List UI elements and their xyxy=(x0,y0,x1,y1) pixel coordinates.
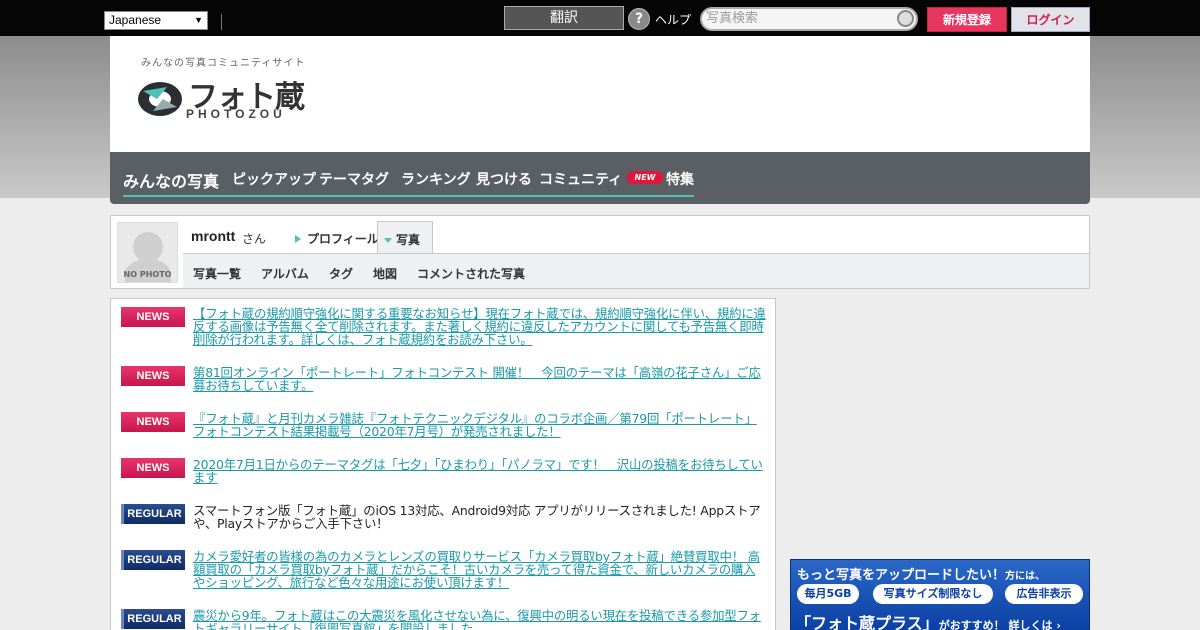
help-link[interactable]: ヘルプ xyxy=(655,11,691,28)
triangle-down-icon xyxy=(384,238,392,243)
news-link[interactable]: 第81回オンライン「ポートレート」フォトコンテスト 開催！ 今回のテーマは「高嶺… xyxy=(193,366,766,392)
translate-button[interactable]: 翻訳 xyxy=(504,6,624,30)
register-button[interactable]: 新規登録 xyxy=(927,7,1007,32)
subnav-albums[interactable]: アルバム xyxy=(261,265,309,282)
profile-link-label: プロフィール xyxy=(307,232,379,246)
avatar-head-shape xyxy=(133,232,163,262)
search-icon[interactable] xyxy=(897,10,914,27)
photozou-logo-icon[interactable] xyxy=(137,79,183,117)
help-icon[interactable]: ? xyxy=(628,8,650,30)
nav-item-community[interactable]: コミュニティ xyxy=(539,169,622,189)
ad-cta-main: 「フォト蔵プラス」 xyxy=(795,614,939,630)
ad-headline-main: もっと写真をアップロードしたい！ xyxy=(797,568,1006,583)
tab-photos[interactable]: 写真 xyxy=(377,221,433,254)
news-link[interactable]: カメラ愛好者の皆様の為のカメラとレンズの買取りサービス「カメラ買取byフォト蔵」… xyxy=(193,550,766,589)
news-badge: NEWS xyxy=(121,307,185,327)
subnav-map[interactable]: 地図 xyxy=(373,265,397,282)
nav-item-find[interactable]: 見つける xyxy=(476,169,532,189)
ad-feature-pill: 広告非表示 xyxy=(1005,584,1083,604)
search-placeholder: 写真検索 xyxy=(706,11,759,26)
profile-link[interactable]: プロフィール xyxy=(295,230,379,247)
subnav-tags[interactable]: タグ xyxy=(329,265,353,282)
regular-badge: REGULAR xyxy=(121,504,185,524)
news-badge: NEWS xyxy=(121,458,185,478)
news-list: NEWS 【フォト蔵の規約順守強化に関する重要なお知らせ】現在フォト蔵では、規約… xyxy=(110,298,776,630)
subnav-photo-list[interactable]: 写真一覧 xyxy=(193,265,241,282)
ad-headline: もっと写真をアップロードしたい！方には、 xyxy=(797,564,1045,583)
chevron-down-icon: ▼ xyxy=(194,15,203,25)
news-link[interactable]: 『フォト蔵』と月刊カメラ雑誌『フォトテクニックデジタル』のコラボ企画／第79回「… xyxy=(193,412,766,438)
news-badge: NEWS xyxy=(121,366,185,386)
ad-feature-pill: 毎月5GB xyxy=(797,584,859,604)
news-text: スマートフォン版「フォト蔵」のiOS 13対応、Android9対応 アプリがリ… xyxy=(193,503,761,531)
photozou-plus-ad-banner[interactable]: もっと写真をアップロードしたい！方には、 毎月5GB 写真サイズ制限なし 広告非… xyxy=(790,559,1090,630)
honorific: さん xyxy=(242,232,267,246)
news-badge: NEWS xyxy=(121,412,185,432)
active-nav-indicator xyxy=(123,195,694,197)
language-value: Japanese xyxy=(109,13,162,27)
avatar[interactable]: NO PHOTO xyxy=(117,222,178,283)
nav-item-features[interactable]: 特集 xyxy=(666,169,694,189)
ad-cta: 「フォト蔵プラス」がおすすめ！ 詳しくは › xyxy=(795,610,1061,630)
divider xyxy=(221,14,222,30)
site-tagline: みんなの写真コミュニティサイト xyxy=(141,58,306,69)
nav-item-everyone-photos[interactable]: みんなの写真 xyxy=(123,168,219,192)
username: mrontt xyxy=(191,228,236,244)
profile-subnav: 写真一覧 アルバム タグ 地図 コメントされた写真 xyxy=(183,253,1089,288)
triangle-right-icon xyxy=(295,235,301,243)
regular-badge: REGULAR xyxy=(121,550,185,570)
news-link[interactable]: 2020年7月1日からのテーマタグは「七夕」「ひまわり」「パノラマ」です！ 沢山… xyxy=(193,458,766,484)
profile-panel: NO PHOTO mrontt さん プロフィール 写真 写真一覧 アルバム タ… xyxy=(110,215,1090,289)
logo-subtitle: PHOTOZOU xyxy=(186,107,286,121)
new-badge: NEW xyxy=(627,171,663,184)
login-button[interactable]: ログイン xyxy=(1011,7,1090,32)
nav-item-pickup[interactable]: ピックアップ xyxy=(232,169,316,189)
search-input[interactable]: 写真検索 xyxy=(700,7,918,31)
ad-headline-suffix: 方には、 xyxy=(1005,571,1046,582)
main-nav: みんなの写真 ピックアップ テーマタグ ランキング 見つける コミュニティ NE… xyxy=(110,152,1090,204)
tab-photos-label: 写真 xyxy=(396,233,421,247)
avatar-label: NO PHOTO xyxy=(123,270,172,279)
site-header: みんなの写真コミュニティサイト フォト蔵 PHOTOZOU xyxy=(110,36,1090,152)
top-bar: Japanese ▼ 翻訳 ? ヘルプ 写真検索 新規登録 ログイン xyxy=(0,0,1200,36)
nav-item-theme-tag[interactable]: テーマタグ xyxy=(319,169,389,189)
ad-feature-pill: 写真サイズ制限なし xyxy=(873,584,993,604)
nav-item-ranking[interactable]: ランキング xyxy=(401,169,471,189)
subnav-commented-photos[interactable]: コメントされた写真 xyxy=(417,265,525,282)
news-link[interactable]: 震災から9年。フォト蔵はこの大震災を風化させない為に、復興中の明るい現在を投稿で… xyxy=(193,609,766,630)
regular-badge: REGULAR xyxy=(121,609,185,629)
ad-cta-suffix: がおすすめ！ 詳しくは › xyxy=(938,619,1061,630)
language-select[interactable]: Japanese ▼ xyxy=(104,11,208,30)
news-link[interactable]: 【フォト蔵の規約順守強化に関する重要なお知らせ】現在フォト蔵では、規約順守強化に… xyxy=(193,307,766,346)
